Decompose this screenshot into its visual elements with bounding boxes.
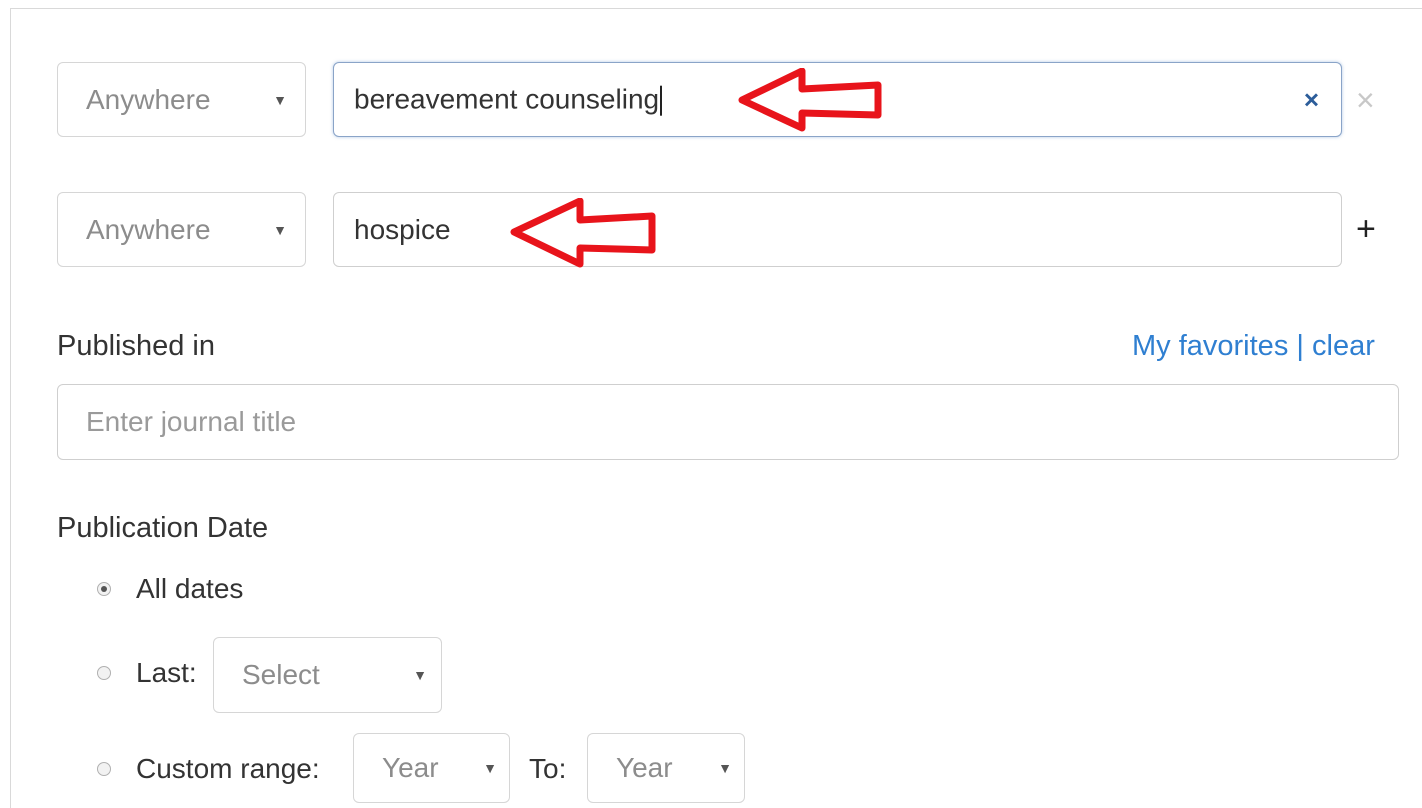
last-label: Last: (136, 657, 197, 688)
last-period-select[interactable]: Select ▼ (213, 637, 442, 713)
all-dates-label: All dates (136, 573, 244, 604)
custom-range-label: Custom range: (136, 753, 320, 784)
red-arrow-icon (510, 198, 656, 268)
journal-title-placeholder: Enter journal title (86, 406, 297, 437)
to-year-select-value: Year (616, 752, 673, 783)
journal-title-input[interactable]: Enter journal title (57, 384, 1399, 460)
radio-last[interactable] (97, 666, 111, 680)
field-select-2[interactable]: Anywhere ▼ (57, 192, 306, 267)
remove-row-icon[interactable]: × (1356, 84, 1375, 116)
chevron-down-icon: ▼ (273, 91, 287, 108)
clear-icon[interactable]: × (1304, 84, 1319, 115)
chevron-down-icon: ▼ (273, 221, 287, 238)
add-row-icon[interactable]: + (1356, 212, 1376, 246)
published-in-label: Published in (57, 330, 215, 362)
field-select-1[interactable]: Anywhere ▼ (57, 62, 306, 137)
field-select-2-value: Anywhere (86, 213, 211, 245)
chevron-down-icon: ▼ (413, 667, 427, 683)
red-arrow-icon (738, 68, 882, 132)
my-favorites-link[interactable]: My favorites (1132, 330, 1288, 362)
text-cursor (660, 85, 663, 116)
radio-all-dates[interactable] (97, 582, 111, 596)
chevron-down-icon: ▼ (718, 760, 732, 776)
from-year-select[interactable]: Year ▼ (353, 733, 510, 803)
publication-date-label: Publication Date (57, 512, 269, 544)
to-year-select[interactable]: Year ▼ (587, 733, 745, 803)
chevron-down-icon: ▼ (483, 760, 497, 776)
clear-link[interactable]: clear (1312, 330, 1375, 362)
radio-custom-range[interactable] (97, 762, 111, 776)
last-period-select-value: Select (242, 659, 320, 690)
field-select-1-value: Anywhere (86, 83, 211, 115)
favorites-links: My favorites | clear (1132, 330, 1375, 363)
search-input-2[interactable]: hospice (333, 192, 1342, 267)
to-label: To: (529, 753, 567, 784)
link-separator: | (1296, 330, 1304, 362)
search-input-1-value: bereavement counseling (354, 83, 660, 115)
search-input-2-value: hospice (354, 213, 451, 245)
from-year-select-value: Year (382, 752, 439, 783)
